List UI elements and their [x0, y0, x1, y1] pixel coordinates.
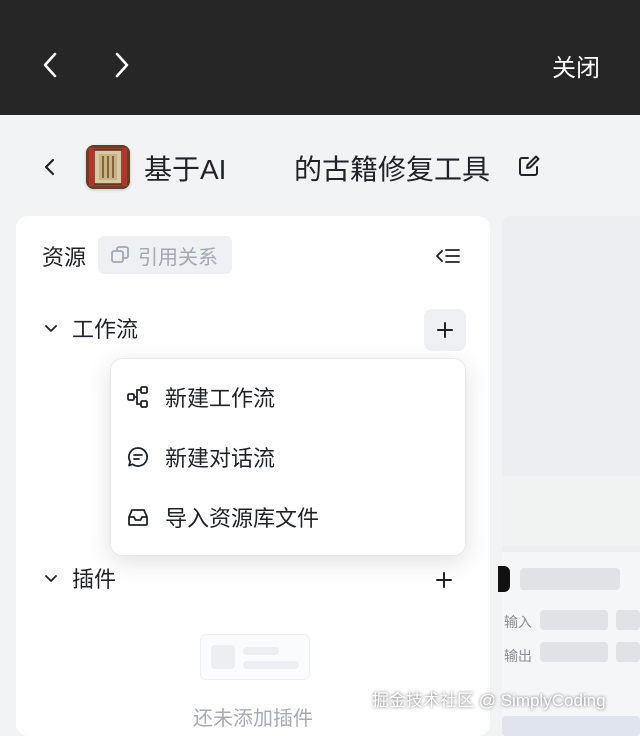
add-resource-menu: 新建工作流 新建对话流 导入资源库文件: [110, 358, 466, 556]
menu-item-import-library-file[interactable]: 导入资源库文件: [111, 489, 465, 545]
edit-icon: [519, 155, 540, 176]
chevron-right-icon: [115, 52, 129, 78]
menu-item-label: 新建对话流: [165, 446, 276, 471]
back-button[interactable]: [36, 153, 64, 181]
back-arrow-button[interactable]: [30, 40, 70, 90]
close-button[interactable]: 关闭: [552, 48, 600, 83]
menu-item-label: 导入资源库文件: [165, 506, 320, 531]
chevron-down-icon: [45, 575, 57, 582]
ancient-book-icon: [86, 145, 130, 189]
workflow-section-label: 工作流: [72, 317, 139, 342]
workflow-icon: [125, 384, 151, 410]
top-bar: 关闭: [0, 0, 640, 115]
collapse-panel-button[interactable]: [434, 244, 462, 268]
workflow-canvas-preview: 输入 输出: [498, 216, 640, 736]
reference-relations-label: 引用关系: [138, 246, 218, 269]
menu-item-label: 新建工作流: [165, 386, 276, 411]
chevron-left-icon: [43, 52, 57, 78]
input-label: 输入: [504, 614, 532, 630]
chevron-down-icon: [45, 325, 57, 332]
forward-arrow-button[interactable]: [102, 40, 142, 90]
project-title: 基于AI: [144, 154, 227, 185]
collapse-list-icon: [436, 249, 460, 263]
chat-icon: [125, 444, 151, 470]
workflow-section-toggle[interactable]: 工作流: [42, 308, 138, 348]
add-plugin-button[interactable]: [428, 564, 460, 596]
plus-icon: [436, 572, 452, 588]
menu-item-new-chatflow[interactable]: 新建对话流: [111, 429, 465, 485]
plugin-section-toggle[interactable]: 插件: [42, 558, 116, 598]
project-title-rest: 的古籍修复工具: [294, 154, 491, 185]
add-workflow-button[interactable]: [424, 309, 466, 351]
app-icon: [86, 145, 130, 189]
menu-item-new-workflow[interactable]: 新建工作流: [111, 369, 465, 425]
copy-link-icon: [111, 246, 129, 263]
watermark: 掘金技术社区 @ SimplyCoding: [372, 691, 606, 710]
chevron-left-icon: [44, 158, 55, 176]
inbox-icon: [125, 504, 151, 530]
output-label: 输出: [504, 648, 532, 664]
plus-icon: [437, 322, 453, 338]
node-icon: [498, 566, 510, 592]
plugin-section-label: 插件: [72, 567, 117, 592]
reference-relations-button[interactable]: 引用关系: [98, 236, 232, 274]
resources-title: 资源: [42, 245, 87, 270]
empty-plugin-illustration: [200, 634, 310, 680]
edit-title-button[interactable]: [516, 153, 542, 179]
